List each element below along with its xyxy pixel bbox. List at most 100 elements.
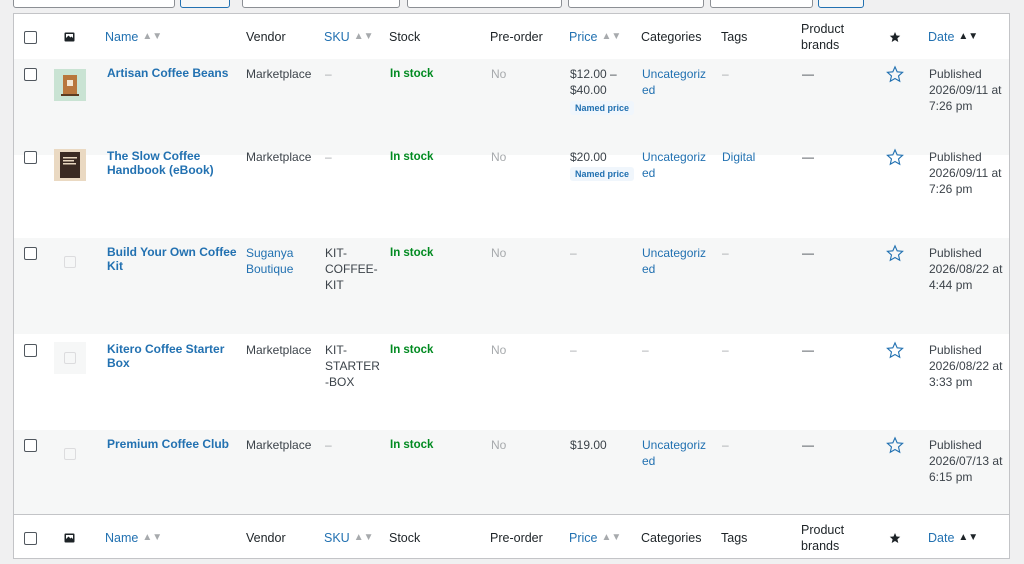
product-name-link[interactable]: Build Your Own Coffee Kit — [107, 245, 237, 273]
price-text: – — [570, 343, 577, 357]
preorder-text: No — [491, 67, 507, 81]
column-name-header[interactable]: Name ▲▼ — [105, 14, 162, 59]
apply-button[interactable] — [180, 0, 230, 8]
named-price-badge: Named price — [570, 101, 635, 115]
tags-text: – — [722, 67, 729, 81]
placeholder-image-icon[interactable] — [54, 342, 86, 374]
brand-filter-select[interactable] — [710, 0, 813, 8]
sku-text: KIT- STARTER -BOX — [325, 343, 380, 389]
table-header: Name ▲▼ Vendor SKU ▲▼ Stock Pre-order Pric… — [14, 14, 1009, 60]
table-row: Build Your Own Coffee Kit Suganya Boutiq… — [14, 238, 1009, 334]
column-price-header[interactable]: Price ▲▼ — [569, 14, 621, 59]
product-name-link[interactable]: The Slow Coffee Handbook (eBook) — [107, 149, 214, 177]
column-tags-header: Tags — [721, 29, 748, 44]
product-name-link[interactable]: Premium Coffee Club — [107, 437, 229, 451]
product-name-link[interactable]: Artisan Coffee Beans — [107, 66, 228, 80]
sku-text: – — [325, 150, 332, 164]
products-table: Name ▲▼ Vendor SKU ▲▼ Stock Pre-order Pric… — [13, 13, 1010, 559]
vendor-link[interactable]: Suganya Boutique — [246, 245, 293, 277]
placeholder-image-icon[interactable] — [54, 246, 86, 278]
star-icon[interactable] — [886, 244, 904, 262]
sort-icon: ▲▼ — [142, 30, 163, 42]
product-thumbnail[interactable] — [54, 69, 86, 101]
bulk-actions-select[interactable] — [13, 0, 175, 8]
stock-status: In stock — [390, 151, 434, 163]
sort-icon: ▲▼ — [601, 531, 622, 543]
preorder-text: No — [491, 438, 507, 452]
column-name-header[interactable]: Name ▲▼ — [105, 515, 162, 560]
image-icon — [64, 32, 75, 42]
preorder-text: No — [491, 246, 507, 260]
stock-status-filter-select[interactable] — [568, 0, 704, 8]
named-price-badge: Named price — [570, 167, 635, 181]
column-price-header[interactable]: Price ▲▼ — [569, 515, 621, 560]
filter-bar — [0, 0, 1024, 12]
date-text: Published 2026/09/11 at 7:26 pm — [929, 150, 1002, 196]
tags-text: – — [722, 438, 729, 452]
brands-text: — — [802, 246, 814, 260]
column-categories-header: Categories — [641, 530, 702, 545]
category-link[interactable]: Uncategoriz ed — [642, 245, 706, 277]
stock-status: In stock — [390, 344, 434, 356]
column-sku-header[interactable]: SKU ▲▼ — [324, 14, 374, 59]
column-featured-header[interactable] — [889, 14, 901, 59]
column-vendor-header: Vendor — [246, 530, 286, 545]
category-filter-select[interactable] — [242, 0, 400, 8]
category-link[interactable]: Uncategoriz ed — [642, 149, 706, 181]
price-text: $12.00 – $40.00 Named price — [570, 66, 635, 115]
sort-icon: ▲▼ — [601, 30, 622, 42]
row-checkbox[interactable] — [24, 151, 37, 164]
column-brands-header: Product brands — [801, 21, 845, 52]
price-text: – — [570, 246, 577, 260]
tags-text: – — [722, 246, 729, 260]
row-checkbox[interactable] — [24, 439, 37, 452]
column-stock-header: Stock — [389, 29, 421, 44]
column-date-header[interactable]: Date ▲▼ — [928, 14, 978, 59]
product-type-filter-select[interactable] — [407, 0, 562, 8]
sku-text: KIT- COFFEE- KIT — [325, 246, 378, 292]
table-footer: Name ▲▼ Vendor SKU ▲▼ Stock Pre-order Pric… — [14, 514, 1009, 560]
table-row: Kitero Coffee Starter Box Marketplace KI… — [14, 334, 1009, 430]
star-icon[interactable] — [886, 148, 904, 166]
price-text: $20.00 Named price — [570, 149, 635, 181]
star-icon[interactable] — [886, 436, 904, 454]
column-preorder-header: Pre-order — [490, 530, 543, 545]
column-tags-header: Tags — [721, 530, 748, 545]
sort-icon: ▲▼ — [958, 531, 979, 543]
row-checkbox[interactable] — [24, 344, 37, 357]
table-row: Artisan Coffee Beans Marketplace – In st… — [14, 59, 1009, 155]
vendor-text: Marketplace — [246, 67, 312, 81]
category-link[interactable]: Uncategoriz ed — [642, 437, 706, 469]
select-all-checkbox[interactable] — [24, 532, 37, 545]
row-checkbox[interactable] — [24, 247, 37, 260]
stock-status: In stock — [390, 68, 434, 80]
column-featured-header[interactable] — [889, 515, 901, 560]
select-all-checkbox[interactable] — [24, 31, 37, 44]
placeholder-image-icon[interactable] — [54, 438, 86, 470]
tag-link[interactable]: Digital — [722, 149, 755, 165]
sort-icon: ▲▼ — [353, 531, 374, 543]
brands-text: — — [802, 150, 814, 164]
star-icon — [889, 532, 901, 543]
stock-status: In stock — [390, 247, 434, 259]
table-row: The Slow Coffee Handbook (eBook) Marketp… — [14, 142, 1009, 238]
brands-text: — — [802, 343, 814, 357]
row-checkbox[interactable] — [24, 68, 37, 81]
vendor-text: Marketplace — [246, 438, 312, 452]
column-date-header[interactable]: Date ▲▼ — [928, 515, 978, 560]
filter-button[interactable] — [818, 0, 864, 8]
sku-text: – — [325, 438, 332, 452]
column-categories-header: Categories — [641, 29, 702, 44]
table-row: Premium Coffee Club Marketplace – In sto… — [14, 430, 1009, 514]
product-name-link[interactable]: Kitero Coffee Starter Box — [107, 342, 224, 370]
product-thumbnail[interactable] — [54, 149, 86, 181]
date-text: Published 2026/07/13 at 6:15 pm — [929, 438, 1003, 484]
category-link[interactable]: Uncategoriz ed — [642, 66, 706, 98]
price-text: $19.00 — [570, 438, 607, 452]
image-icon — [64, 533, 75, 543]
star-icon — [889, 31, 901, 42]
star-icon[interactable] — [886, 65, 904, 83]
column-sku-header[interactable]: SKU ▲▼ — [324, 515, 374, 560]
column-brands-header: Product brands — [801, 522, 845, 553]
star-icon[interactable] — [886, 341, 904, 359]
